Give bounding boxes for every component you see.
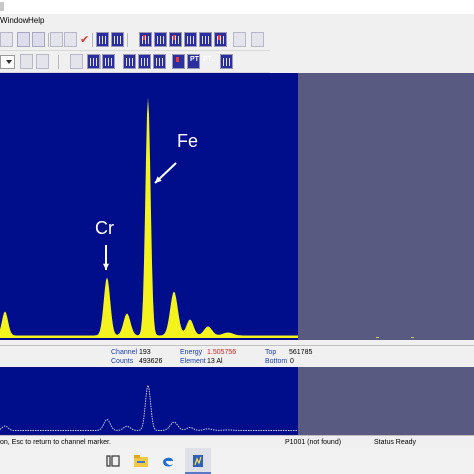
counts-label: Counts bbox=[111, 358, 134, 365]
status-state: Status Ready bbox=[374, 439, 417, 446]
pt-label: PT bbox=[190, 56, 199, 63]
menu-window[interactable]: Window bbox=[0, 16, 28, 25]
copy-icon[interactable] bbox=[233, 32, 246, 47]
spectrum-view-icon[interactable] bbox=[96, 32, 109, 47]
bottom-value: 0 bbox=[290, 358, 294, 365]
menu-help[interactable]: Help bbox=[28, 16, 44, 25]
fe-label: Fe bbox=[177, 131, 198, 151]
cr-label: Cr bbox=[95, 218, 114, 238]
region-icon[interactable] bbox=[214, 32, 227, 47]
stack-icon[interactable] bbox=[153, 54, 166, 69]
overview-line bbox=[0, 383, 298, 432]
zoom-out-icon[interactable] bbox=[32, 32, 45, 47]
compare-icon[interactable] bbox=[169, 32, 182, 47]
fe-arrow bbox=[154, 162, 177, 184]
undo-icon[interactable] bbox=[50, 32, 63, 47]
overview-trace bbox=[0, 383, 298, 432]
auto-id-icon[interactable] bbox=[102, 54, 115, 69]
overlay-icon[interactable] bbox=[184, 32, 197, 47]
energy-value: 1.505756 bbox=[207, 349, 237, 356]
taskbar bbox=[0, 448, 474, 474]
channel-value: 193 bbox=[139, 349, 151, 356]
cr-arrow bbox=[103, 245, 109, 270]
bar-view-icon[interactable] bbox=[123, 54, 136, 69]
out-of-range-region bbox=[298, 73, 474, 340]
energy-label: Energy bbox=[180, 349, 203, 356]
top-label: Top bbox=[265, 349, 277, 356]
tick-mark bbox=[411, 337, 414, 338]
chevron-down-icon bbox=[6, 60, 12, 64]
overview-plot[interactable] bbox=[0, 367, 298, 435]
marker-icon[interactable] bbox=[199, 32, 212, 47]
channel-label: Channel bbox=[111, 349, 138, 356]
overview-out-of-range bbox=[298, 367, 474, 435]
cursor-info-bar: Channel 193 Counts 493626 Energy 1.50575… bbox=[0, 345, 474, 367]
top-value: 561785 bbox=[289, 349, 313, 356]
spectrum-area bbox=[0, 97, 298, 338]
toolbar-analysis: PT PT.. bbox=[0, 51, 270, 73]
spectrum-trace: Cr Fe bbox=[0, 97, 298, 338]
spectrum-log-icon[interactable] bbox=[111, 32, 124, 47]
menu-bar: Window Help bbox=[0, 14, 474, 28]
quant-icon[interactable] bbox=[87, 54, 100, 69]
print-icon[interactable] bbox=[251, 32, 264, 47]
app-icon[interactable] bbox=[190, 453, 206, 469]
open-icon[interactable] bbox=[0, 32, 13, 47]
pt-more-label: PT.. bbox=[203, 56, 216, 63]
element-label: Element bbox=[180, 358, 206, 365]
toolbar-main bbox=[0, 29, 270, 51]
flask-icon[interactable] bbox=[20, 54, 33, 69]
check-icon[interactable] bbox=[77, 32, 90, 47]
element-value: 13 Al bbox=[207, 358, 223, 365]
window-icon bbox=[0, 2, 4, 11]
file-explorer-icon[interactable] bbox=[133, 453, 149, 469]
counts-value: 493626 bbox=[139, 358, 163, 365]
spectrum-plot[interactable]: Cr Fe bbox=[0, 73, 298, 340]
title-bar bbox=[0, 0, 474, 14]
zoom-in-icon[interactable] bbox=[17, 32, 30, 47]
report-icon[interactable] bbox=[220, 54, 233, 69]
task-view-icon[interactable] bbox=[105, 453, 121, 469]
peak-id-icon[interactable] bbox=[139, 32, 152, 47]
tools-icon[interactable] bbox=[36, 54, 49, 69]
mode-dropdown[interactable] bbox=[0, 55, 15, 69]
pt-tool-icon[interactable] bbox=[172, 54, 185, 69]
status-file: P1001 (not found) bbox=[285, 439, 342, 446]
bar-log-icon[interactable] bbox=[138, 54, 151, 69]
peak-label-icon[interactable] bbox=[154, 32, 167, 47]
bottom-label: Bottom bbox=[265, 358, 288, 365]
tick-mark bbox=[376, 337, 379, 338]
edge-icon[interactable] bbox=[160, 453, 176, 469]
redo-icon[interactable] bbox=[64, 32, 77, 47]
pointer-icon[interactable] bbox=[70, 54, 83, 69]
status-hint: on, Esc to return to channel marker. bbox=[0, 439, 111, 446]
status-bar: on, Esc to return to channel marker. P10… bbox=[0, 435, 474, 448]
